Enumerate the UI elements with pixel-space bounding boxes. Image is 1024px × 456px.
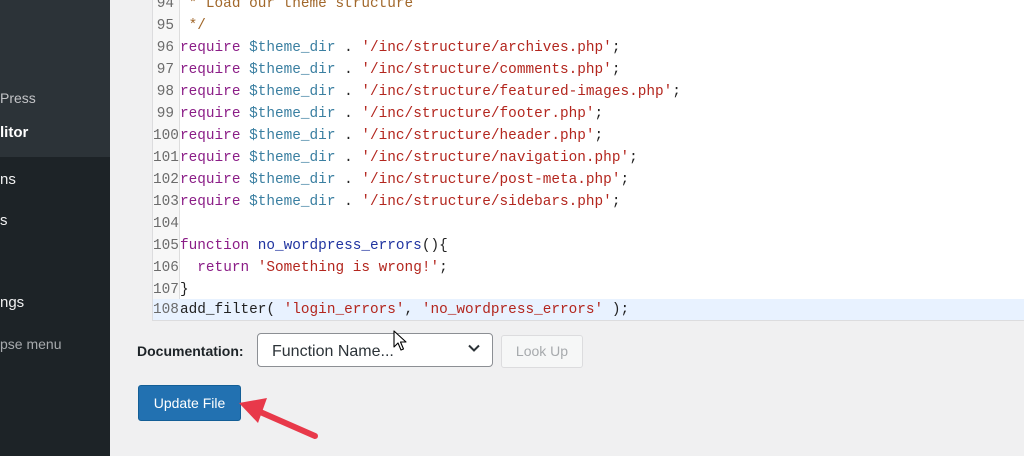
code-line: 101require $theme_dir . '/inc/structure/… <box>153 150 638 166</box>
code-editor[interactable]: 94 * Load our theme structure 95 */ 96 re… <box>152 0 1024 321</box>
red-arrow-annotation-icon <box>239 398 318 439</box>
code-line: 95 */ <box>156 18 206 34</box>
code-line: 103require $theme_dir . '/inc/structure/… <box>153 194 621 210</box>
sidebar-item-users[interactable]: s <box>0 212 8 229</box>
chevron-down-icon <box>468 344 480 352</box>
code-line: 94 * Load our theme structure <box>156 0 414 12</box>
code-line: 96 require $theme_dir . '/inc/structure/a… <box>156 40 621 56</box>
code-line: 98 require $theme_dir . '/inc/structure/f… <box>156 84 681 100</box>
function-name-select-value: Function Name... <box>272 343 394 360</box>
function-name-select[interactable]: Function Name... <box>257 333 493 367</box>
sidebar-item-settings[interactable]: ngs <box>0 294 24 311</box>
documentation-label: Documentation: <box>137 343 244 359</box>
code-line: 102require $theme_dir . '/inc/structure/… <box>153 172 630 188</box>
update-file-button[interactable]: Update File <box>138 385 241 421</box>
code-line: 106 return 'Something is wrong!'; <box>153 260 448 276</box>
sidebar-item-press[interactable]: Press <box>0 90 36 106</box>
code-line: 100require $theme_dir . '/inc/structure/… <box>153 128 604 144</box>
code-line: 105function no_wordpress_errors(){ <box>153 238 448 254</box>
code-line: 99 require $theme_dir . '/inc/structure/f… <box>156 106 604 122</box>
sidebar-item-theme-file-editor[interactable]: litor <box>0 124 28 141</box>
code-line: 97 require $theme_dir . '/inc/structure/c… <box>156 62 621 78</box>
code-line: 104 <box>153 216 179 232</box>
code-line: 107} <box>153 282 189 298</box>
collapse-menu-button[interactable]: pse menu <box>0 336 61 352</box>
mouse-pointer-icon <box>393 330 407 351</box>
code-line-active: 108add_filter( 'login_errors', 'no_wordp… <box>153 299 1024 320</box>
sidebar-item-plugins[interactable]: ns <box>0 171 16 188</box>
look-up-button[interactable]: Look Up <box>501 335 583 368</box>
admin-sidebar: Press litor ns s ngs pse menu <box>0 0 110 456</box>
